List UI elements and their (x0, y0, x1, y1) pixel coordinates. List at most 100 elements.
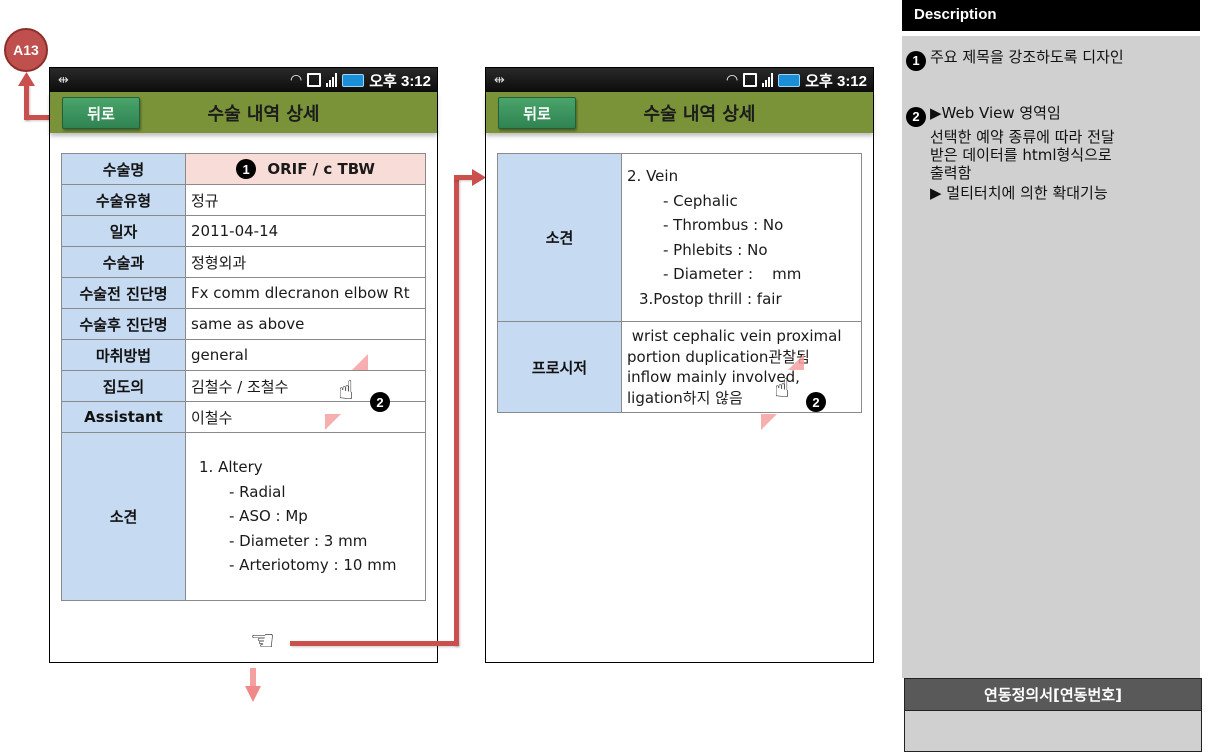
interface-spec-body (904, 711, 1202, 752)
table-row-findings: 소견 2. Vein - Cephalic - Thrombus : No - … (497, 153, 862, 322)
annotation-badge-1: 1 (236, 159, 257, 179)
wifi-icon: ◠ (725, 72, 739, 88)
findings-value: 1. Altery - Radial - ASO : Mp - Diameter… (185, 432, 426, 601)
signal-icon (326, 73, 338, 87)
row-value: 정형외과 (185, 246, 426, 278)
battery-icon (778, 73, 801, 87)
findings-item: - Radial (229, 482, 286, 501)
description-line: 선택한 예약 종류에 따라 전달 (930, 128, 1115, 146)
findings-label: 소견 (497, 153, 622, 322)
scroll-connector-vertical (454, 175, 459, 646)
row-label: 집도의 (61, 370, 186, 402)
signal-icon (762, 73, 774, 87)
table-row: 수술과 정형외과 (61, 246, 426, 278)
row-value: general (185, 339, 426, 371)
row-label: 마취방법 (61, 339, 186, 371)
row-value: 김철수 / 조철수 (185, 370, 426, 402)
procedure-label: 프로시저 (497, 321, 622, 413)
row-label: 일자 (61, 215, 186, 247)
surgery-detail-table: 수술명 1 ORIF / c TBW 수술유형 정규 일자 2011-04-14… (61, 153, 426, 601)
pinch-hand-icon: ☝ (338, 376, 354, 406)
row-value: 2011-04-14 (185, 215, 426, 247)
findings-heading: 1. Altery (199, 458, 263, 476)
vibrate-icon (743, 73, 758, 87)
findings-item: - Cephalic (663, 191, 738, 210)
usb-icon: ⇹ (58, 72, 69, 88)
description-item-2: 2 ▶Web View 영역임 선택한 예약 종류에 따라 전달 받은 데이터를 … (906, 103, 1115, 203)
findings-heading: 2. Vein (627, 167, 679, 185)
table-row: 수술전 진단명 Fx comm dlecranon elbow Rt (61, 277, 426, 309)
row-label: 수술후 진단명 (61, 308, 186, 340)
status-bar: ⇹ ◠ 오후 3:12 (50, 68, 437, 92)
annotation-badge-2: 2 (906, 107, 926, 127)
connector-arrowhead-right-icon (472, 169, 486, 186)
battery-icon (342, 73, 365, 87)
table-row-findings: 소견 1. Altery - Radial - ASO : Mp - Diame… (61, 432, 426, 601)
title-bar: 뒤로 수술 내역 상세 (50, 92, 437, 133)
scroll-connector-horizontal (290, 641, 458, 646)
annotation-badge-2: 2 (370, 392, 390, 412)
findings-item: - Arteriotomy : 10 mm (229, 556, 397, 574)
clock: 오후 3:12 (369, 72, 431, 90)
findings-value: 2. Vein - Cephalic - Thrombus : No - Phl… (621, 153, 862, 322)
surgery-name-value: ORIF / c TBW (267, 159, 375, 178)
usb-icon: ⇹ (494, 72, 505, 88)
clock: 오후 3:12 (805, 72, 867, 90)
zoom-arrow-down-icon (761, 414, 777, 430)
procedure-line: portion duplication관찰됨 (627, 347, 810, 366)
connector-arrowhead-up-icon (18, 72, 35, 86)
scroll-hand-icon: ☜ (250, 624, 276, 657)
row-value: 정규 (185, 184, 426, 216)
zoom-arrow-up-icon (352, 354, 368, 370)
description-body: 1 주요 제목을 강조하도록 디자인 2 ▶Web View 영역임 선택한 예약 … (902, 36, 1200, 678)
findings-footer: 3.Postop thrill : fair (639, 289, 782, 308)
status-bar: ⇹ ◠ 오후 3:12 (486, 68, 873, 92)
description-line: ▶Web View 영역임 (930, 104, 1061, 122)
table-row: 수술후 진단명 same as above (61, 308, 426, 340)
zoom-arrow-down-icon (325, 414, 341, 430)
scroll-down-arrow-icon (245, 668, 261, 702)
phone-screen-left: ⇹ ◠ 오후 3:12 뒤로 수술 내역 상세 수술명 1 ORIF / c T… (49, 67, 438, 702)
title-bar: 뒤로 수술 내역 상세 (486, 92, 873, 133)
row-label: Assistant (61, 401, 186, 433)
procedure-line: wrist cephalic vein proximal (627, 327, 842, 345)
description-line: ▶ 멀티터치에 의한 확대기능 (930, 184, 1108, 202)
row-value: Fx comm dlecranon elbow Rt (185, 277, 426, 309)
description-panel: Description 1 주요 제목을 강조하도록 디자인 2 ▶Web View… (902, 0, 1202, 752)
table-row: 수술유형 정규 (61, 184, 426, 216)
findings-item: - Phlebits : No (663, 240, 768, 259)
surgery-detail-table-continued: 소견 2. Vein - Cephalic - Thrombus : No - … (497, 153, 862, 413)
row-value: 이철수 (185, 401, 426, 433)
wifi-icon: ◠ (289, 72, 303, 88)
findings-label: 소견 (61, 432, 186, 601)
row-label: 수술유형 (61, 184, 186, 216)
description-line: 받은 데이터를 html형식으로 (930, 146, 1112, 164)
row-label: 수술명 (61, 153, 186, 185)
description-item-1-text: 주요 제목을 강조하도록 디자인 (930, 48, 1124, 66)
description-title: Description (902, 0, 1200, 31)
row-label: 수술전 진단명 (61, 277, 186, 309)
findings-item: - Diameter : mm (663, 265, 802, 283)
table-row: 일자 2011-04-14 (61, 215, 426, 247)
table-row: 마취방법 general (61, 339, 426, 371)
phone-screen-right: ⇹ ◠ 오후 3:12 뒤로 수술 내역 상세 소견 2. Vein - Cep… (485, 67, 874, 663)
table-row: 수술명 1 ORIF / c TBW (61, 153, 426, 185)
findings-item: - Diameter : 3 mm (229, 531, 368, 550)
interface-spec-header: 연동정의서[연동번호] (904, 678, 1202, 711)
back-button[interactable]: 뒤로 (62, 97, 140, 129)
surgery-name-cell: 1 ORIF / c TBW (185, 153, 426, 185)
findings-item: - Thrombus : No (663, 216, 784, 234)
row-label: 수술과 (61, 246, 186, 278)
description-line: 출력함 (930, 164, 972, 182)
vibrate-icon (307, 73, 322, 87)
row-value: same as above (185, 308, 426, 340)
description-item-1: 1 주요 제목을 강조하도록 디자인 (906, 47, 1124, 71)
annotation-badge-2: 2 (806, 392, 826, 412)
back-button[interactable]: 뒤로 (498, 97, 576, 129)
screen-id-badge: A13 (4, 28, 48, 72)
procedure-line: inflow mainly involved, (627, 368, 800, 386)
zoom-arrow-up-icon (788, 354, 804, 370)
findings-item: - ASO : Mp (229, 507, 308, 525)
pinch-hand-icon: ☝ (774, 374, 790, 404)
annotation-badge-1: 1 (906, 51, 926, 71)
